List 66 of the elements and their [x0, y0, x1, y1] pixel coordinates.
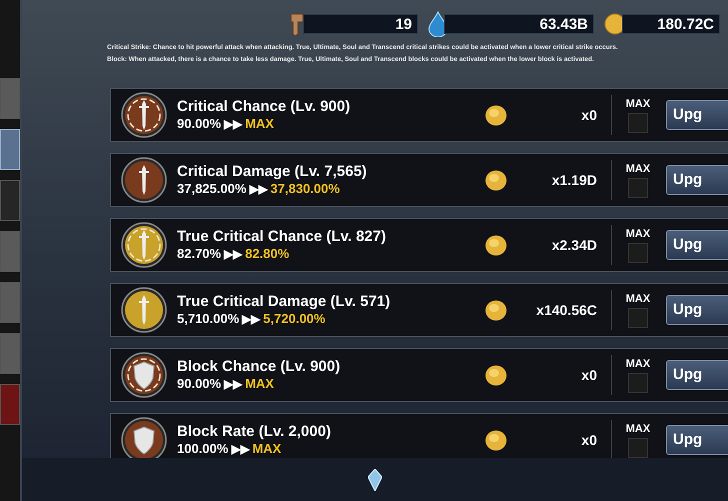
next-value: 5,720.00% [263, 311, 326, 327]
coin-icon [485, 234, 507, 256]
coin-icon [485, 430, 507, 450]
cost-amount: x2.34D [550, 236, 597, 254]
cost-amount: x0 [580, 430, 597, 450]
max-checkbox[interactable] [628, 438, 648, 458]
next-value: MAX [252, 441, 282, 457]
upgrade-button[interactable]: Upg [666, 295, 728, 325]
cost-amount: x1.19D [550, 170, 597, 190]
upgrade-button[interactable]: Upg [666, 230, 728, 260]
next-value: 82.80% [245, 246, 290, 262]
max-label: MAX [626, 292, 650, 306]
max-label: MAX [626, 358, 650, 370]
max-label: MAX [626, 228, 650, 240]
coin-icon [485, 300, 507, 320]
currency-amount: 63.43B [444, 14, 594, 34]
next-value: MAX [245, 116, 274, 132]
arrow-icon: ▶▶ [231, 441, 250, 457]
side-tab[interactable] [0, 129, 20, 170]
currency-amount: 19 [303, 14, 418, 34]
max-label: MAX [626, 162, 650, 176]
upgrade-title: Block Chance (Lv. 900) [177, 358, 342, 376]
current-value: 100.00% [177, 441, 228, 457]
current-value: 90.00% [177, 116, 222, 132]
max-checkbox[interactable] [628, 112, 648, 132]
max-checkbox[interactable] [628, 372, 648, 392]
upgrade-button[interactable]: Upg [666, 100, 728, 130]
upgrade-button[interactable]: Upg [666, 165, 728, 195]
coin-icon [485, 364, 507, 386]
current-value: 37,825.00% [177, 181, 246, 197]
side-tab[interactable] [0, 384, 20, 425]
max-checkbox[interactable] [628, 308, 648, 328]
side-tab[interactable] [0, 180, 20, 221]
max-checkbox[interactable] [628, 242, 648, 262]
water-drop-icon [428, 11, 448, 37]
next-value: MAX [245, 376, 274, 392]
current-value: 82.70% [177, 246, 222, 262]
upgrade-title: Critical Chance (Lv. 900) [177, 98, 352, 116]
max-label: MAX [626, 422, 650, 436]
max-label: MAX [626, 98, 650, 110]
arrow-icon: ▶▶ [242, 311, 260, 327]
side-tab[interactable] [0, 333, 20, 374]
cost-amount: x140.56C [535, 300, 597, 320]
arrow-icon: ▶▶ [224, 246, 242, 262]
upgrade-title: True Critical Damage (Lv. 571) [177, 293, 392, 311]
side-tab[interactable] [0, 231, 20, 272]
upgrade-title: Critical Damage (Lv. 7,565) [177, 163, 368, 181]
side-tab[interactable] [0, 282, 20, 323]
max-checkbox[interactable] [628, 178, 648, 198]
upgrade-title: Block Rate (Lv. 2,000) [177, 423, 332, 441]
currency-amount: 180.72C [622, 14, 720, 34]
cost-amount: x0 [580, 366, 597, 384]
arrow-icon: ▶▶ [249, 181, 268, 197]
upgrade-title: True Critical Chance (Lv. 827) [177, 228, 387, 246]
arrow-icon: ▶▶ [224, 116, 242, 132]
arrow-icon: ▶▶ [224, 376, 242, 392]
coin-icon [485, 170, 507, 190]
crystal-icon[interactable] [368, 468, 382, 490]
cost-amount: x0 [580, 106, 597, 124]
next-value: 37,830.00% [270, 181, 340, 197]
side-tab[interactable] [0, 78, 20, 119]
upgrade-button[interactable]: Upg [666, 425, 728, 455]
current-value: 90.00% [177, 376, 222, 392]
current-value: 5,710.00% [177, 311, 240, 327]
coin-icon [485, 104, 507, 126]
upgrade-button[interactable]: Upg [666, 360, 728, 390]
